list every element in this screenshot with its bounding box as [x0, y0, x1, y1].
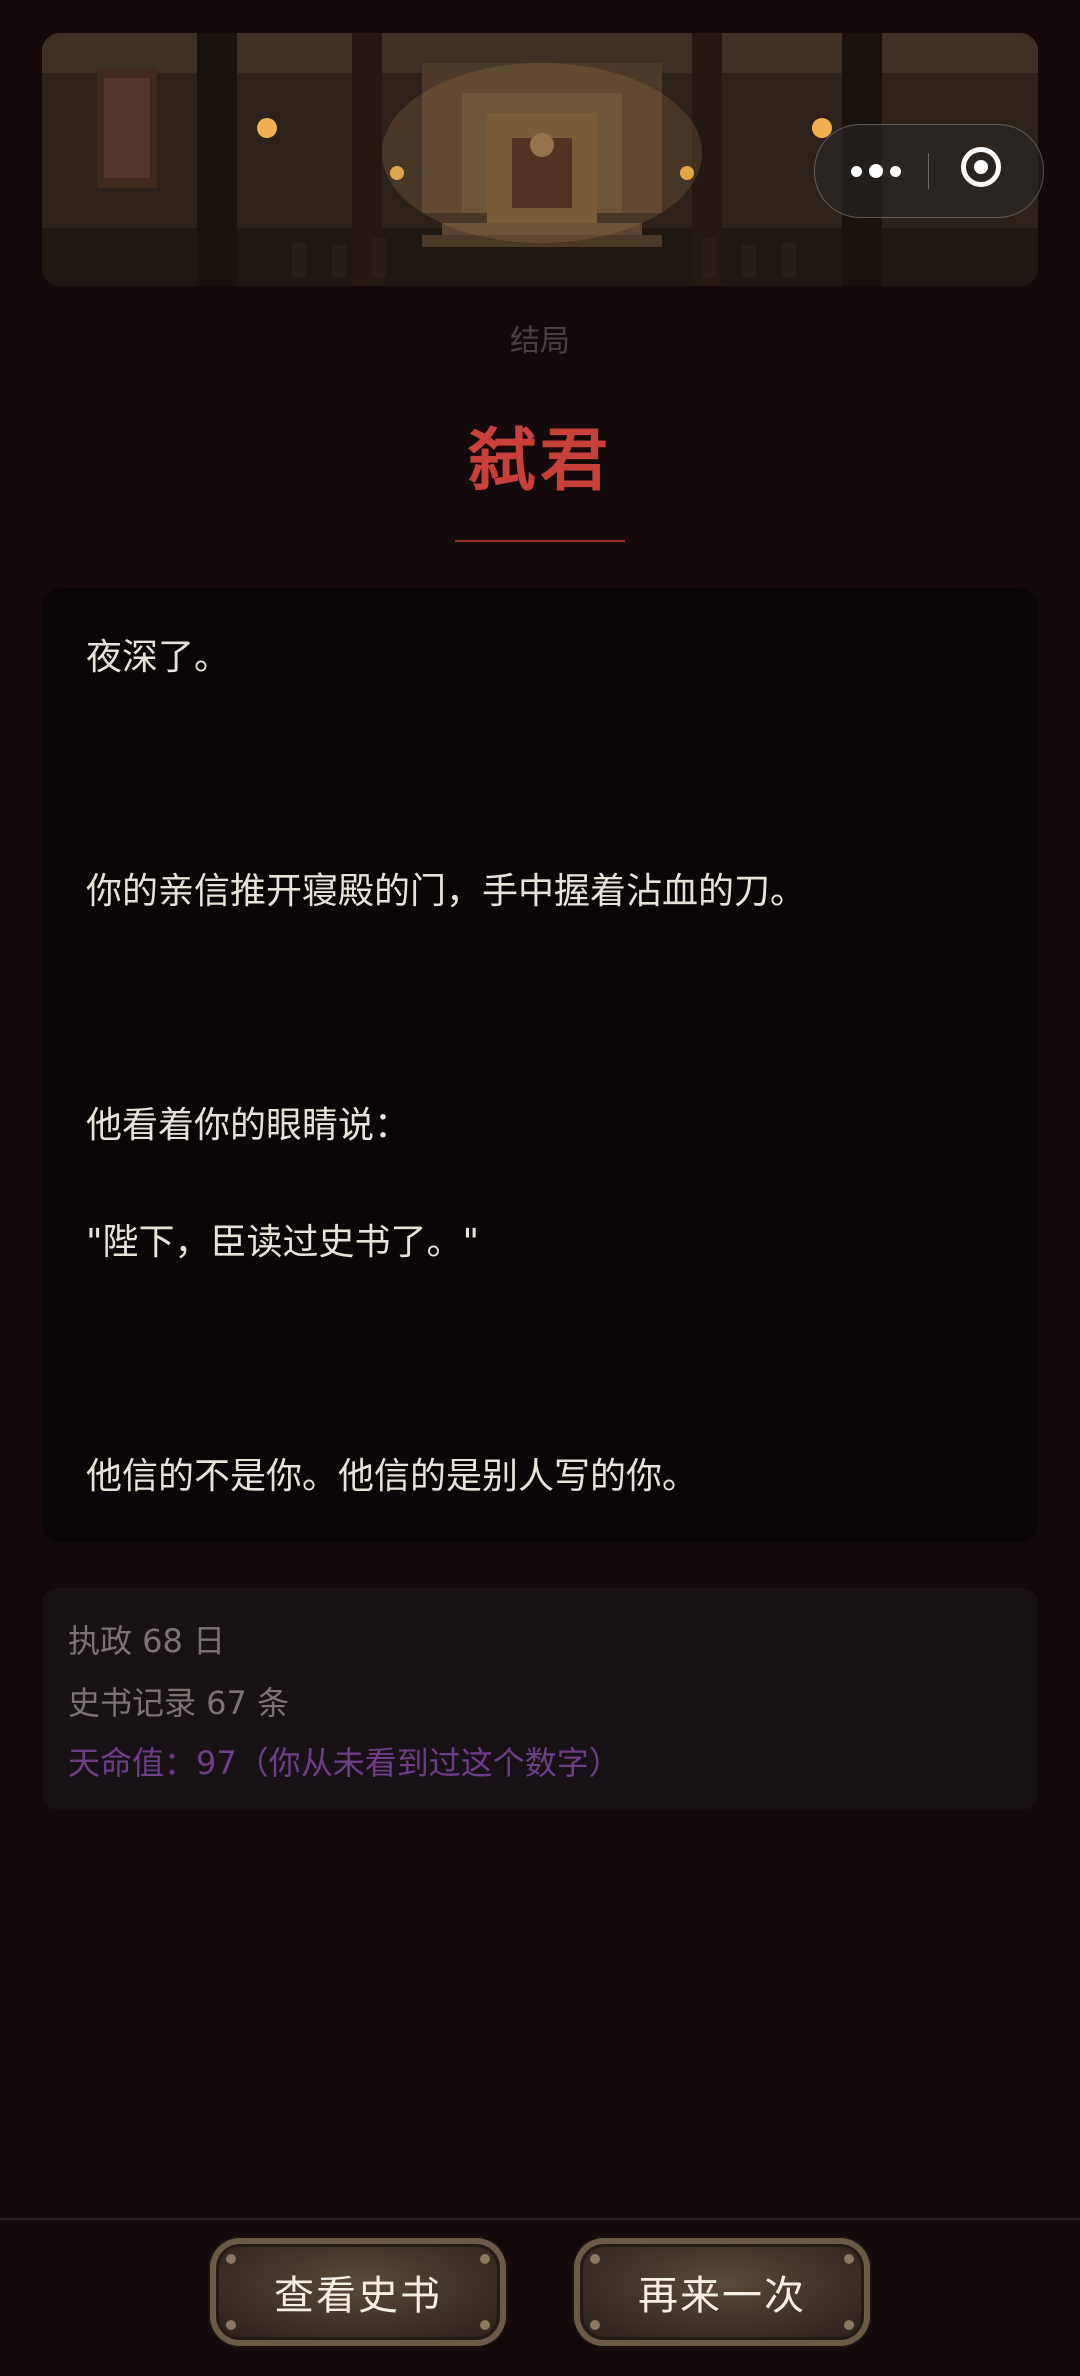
story-line: 他看着你的眼睛说： — [86, 1105, 411, 1146]
button-rivet — [226, 2320, 236, 2330]
ending-label: 结局 — [510, 324, 570, 359]
view-history-button[interactable]: 查看史书 — [210, 2238, 506, 2346]
button-rivet — [844, 2254, 854, 2264]
title-divider — [455, 540, 625, 542]
restart-label: 再来一次 — [638, 2273, 806, 2319]
story-line: "陛下，臣读过史书了。" — [86, 1222, 480, 1263]
history-records: 史书记录 67 条 — [68, 1684, 290, 1722]
view-history-label: 查看史书 — [274, 2273, 442, 2319]
button-rivet — [226, 2254, 236, 2264]
story-line: 夜深了。 — [86, 637, 231, 678]
story-line: 他信的不是你。他信的是别人写的你。 — [86, 1456, 699, 1497]
stats-panel: 执政 68 日 史书记录 67 条 天命值：97（你从未看到过这个数字） — [42, 1588, 1038, 1810]
button-rivet — [590, 2320, 600, 2330]
button-rivet — [480, 2254, 490, 2264]
mandate-value: 天命值：97（你从未看到过这个数字） — [68, 1744, 621, 1782]
reign-days: 执政 68 日 — [68, 1622, 226, 1660]
story-line: 你的亲信推开寝殿的门，手中握着沾血的刀。 — [86, 871, 807, 912]
button-rivet — [480, 2320, 490, 2330]
ending-title: 弑君 — [467, 421, 612, 501]
restart-button[interactable]: 再来一次 — [574, 2238, 870, 2346]
close-target-icon[interactable] — [961, 147, 1001, 187]
story-panel: 夜深了。 你的亲信推开寝殿的门，手中握着沾血的刀。 他看着你的眼睛说： "陛下，… — [42, 588, 1038, 1543]
button-rivet — [844, 2320, 854, 2330]
footer-divider — [0, 2218, 1080, 2220]
more-icon[interactable] — [835, 143, 917, 199]
mini-program-capsule — [814, 124, 1044, 218]
capsule-divider — [928, 153, 929, 189]
button-rivet — [590, 2254, 600, 2264]
